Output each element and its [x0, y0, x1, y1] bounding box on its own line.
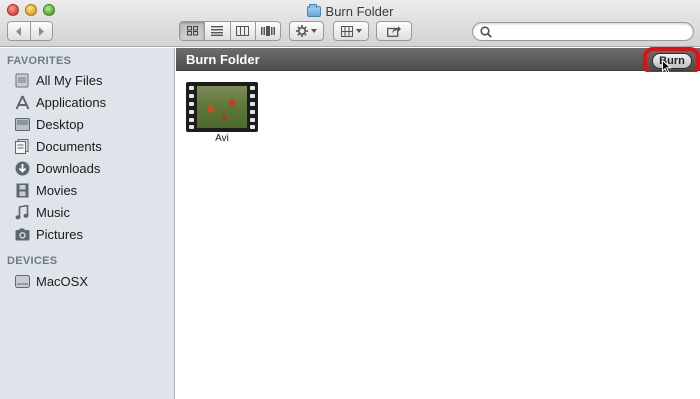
sidebar-item-label: Documents — [36, 138, 102, 154]
sidebar-item-label: Applications — [36, 94, 107, 110]
chevron-down-icon — [355, 29, 362, 33]
favorites-heading: FAVORITES — [7, 55, 72, 67]
devices-heading: DEVICES — [7, 255, 58, 267]
sidebar-item-label: Music — [36, 204, 70, 220]
sidebar: FAVORITES All My Files Applications Desk… — [0, 48, 175, 399]
back-forward-control — [7, 21, 53, 41]
view-mode-control — [179, 21, 281, 41]
grid-icon — [340, 25, 353, 37]
all-files-icon — [14, 72, 30, 88]
list-view-button[interactable] — [205, 22, 231, 40]
sidebar-item-label: Downloads — [36, 160, 101, 176]
downloads-icon — [14, 160, 30, 176]
chevron-right-icon — [39, 26, 45, 36]
window-title: Burn Folder — [0, 3, 700, 19]
sidebar-item-all-my-files[interactable]: All My Files — [14, 70, 172, 90]
search-icon — [480, 26, 492, 38]
music-icon — [14, 204, 30, 220]
action-menu-button[interactable] — [289, 21, 324, 41]
search-field[interactable] — [472, 22, 694, 41]
icon-view-button[interactable] — [180, 22, 206, 40]
sidebar-item-documents[interactable]: Documents — [14, 136, 172, 156]
sidebar-item-label: MacOSX — [36, 273, 89, 289]
column-view-icon — [236, 26, 250, 36]
pictures-icon — [14, 226, 30, 242]
desktop-icon — [14, 116, 30, 132]
file-name: Avi — [215, 133, 229, 144]
burn-folder-bar: Burn Folder — [176, 48, 700, 71]
sidebar-item-music[interactable]: Music — [14, 202, 172, 222]
icon-view-icon — [186, 26, 198, 36]
forward-button[interactable] — [31, 22, 53, 40]
sidebar-item-label: Movies — [36, 182, 78, 198]
column-view-button[interactable] — [231, 22, 256, 40]
search-input[interactable] — [495, 24, 685, 39]
sidebar-item-label: Desktop — [36, 116, 84, 132]
chevron-left-icon — [15, 26, 21, 36]
gear-icon — [296, 25, 308, 37]
sidebar-item-label: All My Files — [36, 72, 103, 88]
sidebar-item-desktop[interactable]: Desktop — [14, 114, 172, 134]
arrange-menu-button[interactable] — [333, 21, 369, 41]
sidebar-item-applications[interactable]: Applications — [14, 92, 172, 112]
video-thumbnail — [197, 86, 247, 128]
sidebar-item-downloads[interactable]: Downloads — [14, 158, 172, 178]
documents-icon — [14, 138, 30, 154]
video-file-icon — [186, 82, 258, 132]
cover-flow-icon — [260, 26, 275, 36]
list-view-icon — [211, 26, 224, 36]
sidebar-item-macosx[interactable]: MacOSX — [14, 271, 172, 291]
back-button[interactable] — [8, 22, 31, 40]
window-toolbar: Burn Folder — [0, 0, 700, 47]
movies-icon — [14, 182, 30, 198]
sidebar-item-label: Pictures — [36, 226, 83, 242]
folder-title: Burn Folder — [186, 52, 260, 67]
cover-flow-view-button[interactable] — [256, 22, 280, 40]
applications-icon — [14, 94, 30, 110]
window-title-text: Burn Folder — [325, 3, 394, 19]
share-button[interactable] — [376, 21, 412, 41]
folder-icon — [306, 3, 321, 17]
sidebar-item-movies[interactable]: Movies — [14, 180, 172, 200]
sidebar-item-pictures[interactable]: Pictures — [14, 224, 172, 244]
file-item-avi[interactable]: Avi — [184, 82, 260, 146]
chevron-down-icon — [311, 29, 317, 33]
share-icon — [387, 26, 401, 37]
disk-icon — [14, 273, 30, 289]
